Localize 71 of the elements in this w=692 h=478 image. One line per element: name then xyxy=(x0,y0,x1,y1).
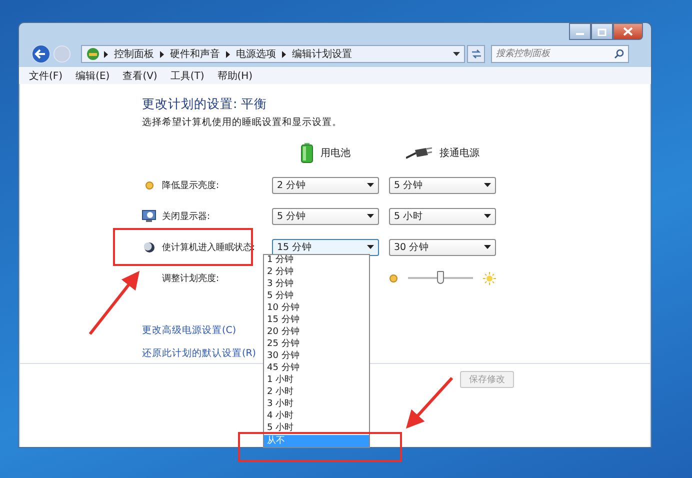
dropdown-option[interactable]: 10 分钟 xyxy=(264,303,369,315)
breadcrumb-link[interactable]: 电源选项 xyxy=(236,47,276,61)
breadcrumb-link[interactable]: 控制面板 xyxy=(114,47,154,61)
dropdown-field[interactable]: 2 分钟 xyxy=(272,176,379,194)
setting-label: 调整计划亮度: xyxy=(162,272,220,284)
page-heading: 更改计划的设置: 平衡 xyxy=(142,96,268,113)
close-button[interactable] xyxy=(613,23,643,40)
power-plug-icon xyxy=(406,147,432,159)
dropdown-option[interactable]: 2 小时 xyxy=(264,387,369,399)
back-button[interactable] xyxy=(31,44,51,64)
address-field[interactable]: 控制面板 硬件和声音 电源选项 编辑计划设置 xyxy=(81,45,465,63)
dropdown-option[interactable]: 5 小时 xyxy=(264,423,369,435)
dropdown-option[interactable]: 15 分钟 xyxy=(264,315,369,327)
dropdown-arrow-icon xyxy=(367,183,374,187)
dropdown-field[interactable]: 15 分钟 xyxy=(272,238,379,256)
menu-item[interactable]: 编辑(E) xyxy=(76,68,110,82)
slider-thumb[interactable] xyxy=(436,271,444,284)
dropdown-arrow-icon xyxy=(367,245,374,249)
dropdown-option[interactable]: 1 小时 xyxy=(264,375,369,387)
dropdown-arrow-icon xyxy=(484,183,491,187)
menu-item[interactable]: 文件(F) xyxy=(29,68,63,82)
dropdown-arrow-icon xyxy=(484,245,491,249)
pointer-arrow xyxy=(406,377,454,429)
dropdown-field[interactable]: 5 小时 xyxy=(389,208,496,224)
close-icon xyxy=(623,27,633,36)
chevron-icon xyxy=(226,50,230,58)
setting-label: 关闭显示器: xyxy=(162,210,210,222)
maximize-icon xyxy=(597,28,607,36)
dropdown-option[interactable]: 1 分钟 xyxy=(264,255,369,267)
chevron-icon xyxy=(160,50,164,58)
search-field[interactable]: 搜索控制面板 xyxy=(491,45,629,63)
dropdown-option[interactable]: 30 分钟 xyxy=(264,351,369,363)
dropdown-option[interactable]: 25 分钟 xyxy=(264,339,369,351)
link[interactable]: 更改高级电源设置(C) xyxy=(142,324,236,337)
dropdown-option[interactable]: 4 小时 xyxy=(264,411,369,423)
chevron-icon xyxy=(282,50,286,58)
link[interactable]: 还原此计划的默认设置(R) xyxy=(142,347,256,360)
menu-item[interactable]: 查看(V) xyxy=(122,68,158,82)
dropdown-arrow-icon xyxy=(367,214,374,218)
moon-icon xyxy=(142,242,156,252)
refresh-icon xyxy=(470,49,482,59)
column-header: 接通电源 xyxy=(440,146,480,160)
dropdown-option[interactable]: 5 分钟 xyxy=(264,291,369,303)
search-icon xyxy=(614,49,624,59)
refresh-button[interactable] xyxy=(467,45,485,63)
dropdown-field[interactable]: 5 分钟 xyxy=(272,208,379,224)
dropdown-arrow-icon xyxy=(453,52,460,56)
dropdown-option[interactable]: 2 分钟 xyxy=(264,267,369,279)
battery-icon xyxy=(300,143,312,163)
page-description: 选择希望计算机使用的睡眠设置和显示设置。 xyxy=(142,116,343,129)
chevron-icon xyxy=(104,50,108,58)
dropdown-option[interactable]: 45 分钟 xyxy=(264,363,369,375)
minimize-button[interactable] xyxy=(569,23,591,40)
breadcrumb-link[interactable]: 编辑计划设置 xyxy=(292,47,352,61)
column-header: 用电池 xyxy=(320,146,350,160)
breadcrumb-link[interactable]: 硬件和声音 xyxy=(170,47,220,61)
menu-item[interactable]: 帮助(H) xyxy=(217,68,253,82)
dropdown-option[interactable]: 20 分钟 xyxy=(264,327,369,339)
dropdown-option[interactable]: 3 小时 xyxy=(264,399,369,411)
setting-label: 使计算机进入睡眠状态: xyxy=(162,242,256,254)
dropdown-option[interactable]: 3 分钟 xyxy=(264,279,369,291)
dropdown-arrow-icon xyxy=(484,214,491,218)
maximize-button[interactable] xyxy=(591,23,613,40)
monitor-icon xyxy=(142,210,156,222)
pointer-arrow xyxy=(88,270,140,335)
setting-label: 降低显示亮度: xyxy=(162,180,220,192)
menu-item[interactable]: 工具(T) xyxy=(170,68,204,82)
dropdown-field[interactable]: 30 分钟 xyxy=(389,238,496,256)
sun-icon xyxy=(389,274,398,282)
dropdown-field[interactable]: 5 分钟 xyxy=(389,176,496,194)
bright-sun-icon xyxy=(483,272,496,284)
